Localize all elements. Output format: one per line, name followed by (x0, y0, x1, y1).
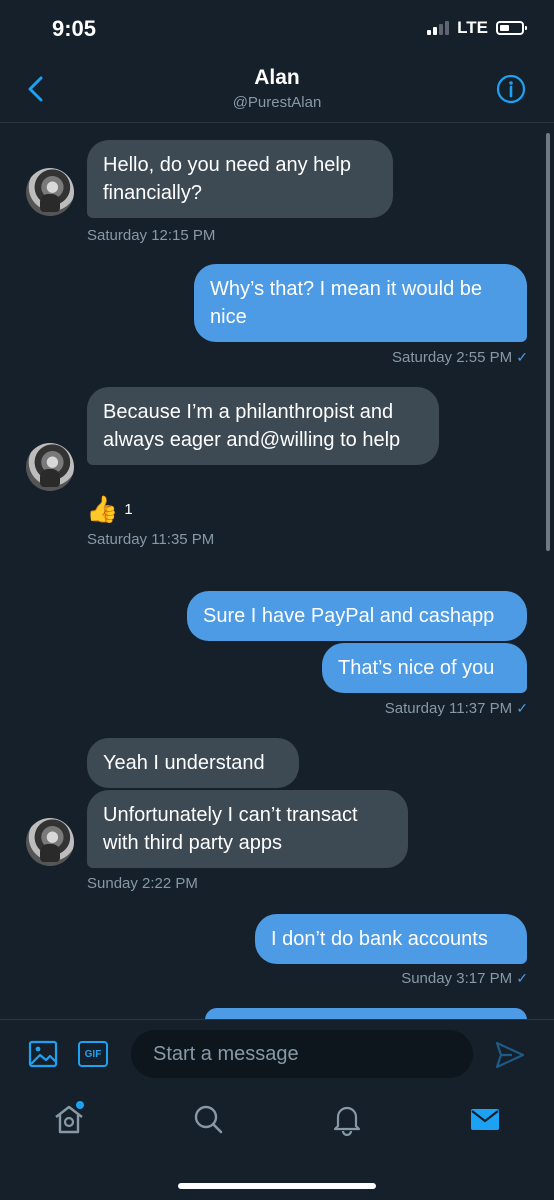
message-timestamp-row: Saturday 2:55 PM ✓ (392, 349, 528, 366)
message-timestamp: Sunday 2:22 PM (87, 875, 198, 892)
info-icon[interactable] (496, 74, 526, 104)
avatar[interactable] (26, 443, 74, 491)
message-timestamp: Saturday 11:37 PM (384, 700, 513, 717)
mail-icon[interactable] (468, 1102, 502, 1136)
message-bubble-outgoing[interactable]: That’s nice of you (322, 643, 527, 693)
reaction-count: 1 (124, 500, 133, 518)
thumbs-up-icon: 👍 (86, 494, 119, 524)
avatar[interactable] (26, 168, 74, 216)
notification-dot (76, 1101, 84, 1109)
status-indicators: LTE (427, 18, 527, 38)
gif-button[interactable]: GIF (78, 1041, 108, 1067)
home-indicator (178, 1183, 376, 1189)
message-bubble-incoming[interactable]: Unfortunately I can’t transact with thir… (87, 790, 408, 868)
message-bubble-incoming[interactable]: Hello, do you need any help financially? (87, 140, 393, 218)
message-timestamp: Saturday 11:35 PM (87, 531, 215, 548)
avatar[interactable] (26, 818, 74, 866)
image-icon[interactable] (28, 1039, 58, 1069)
message-timestamp-row: Sunday 3:17 PM ✓ (401, 970, 528, 987)
message-bubble-outgoing[interactable]: Why’s that? I mean it would be nice (194, 264, 527, 342)
message-bubble-incoming[interactable]: Yeah I understand (87, 738, 299, 788)
message-timestamp: Saturday 2:55 PM (392, 349, 513, 366)
header-divider (0, 122, 554, 123)
checkmark-icon: ✓ (516, 700, 528, 716)
message-timestamp: Sunday 3:17 PM (401, 970, 513, 987)
search-icon[interactable] (191, 1102, 225, 1136)
network-label: LTE (457, 18, 488, 37)
reaction[interactable]: 👍 1 (86, 494, 133, 524)
status-time: 9:05 (52, 16, 97, 41)
message-bubble-outgoing[interactable]: Sure I have PayPal and cashapp (187, 591, 527, 641)
send-icon[interactable] (494, 1039, 526, 1071)
message-timestamp: Saturday 12:15 PM (87, 227, 216, 244)
composer-divider (0, 1019, 554, 1020)
signal-icon (427, 21, 450, 35)
message-input[interactable] (131, 1030, 473, 1078)
conversation-title: Alan (254, 66, 300, 89)
conversation-handle: @PurestAlan (232, 94, 322, 111)
message-bubble-incoming[interactable]: Because I’m a philanthropist and always … (87, 387, 439, 465)
message-bubble-outgoing[interactable]: I don’t do bank accounts (255, 914, 527, 964)
message-timestamp-row: Saturday 11:37 PM ✓ (385, 700, 528, 717)
bell-icon[interactable] (330, 1102, 364, 1136)
scrollbar[interactable] (546, 133, 550, 551)
battery-icon (496, 21, 527, 35)
checkmark-icon: ✓ (516, 349, 528, 365)
checkmark-icon: ✓ (516, 970, 528, 986)
